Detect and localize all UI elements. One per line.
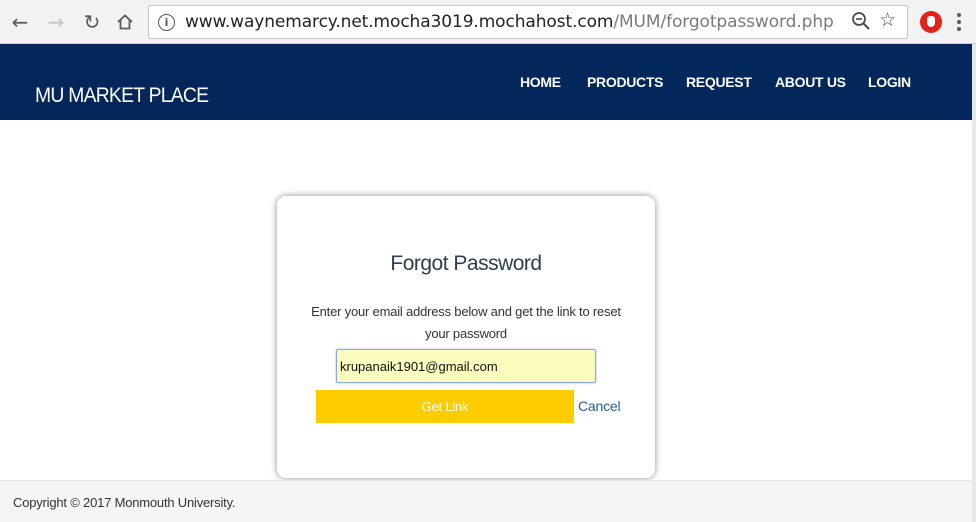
site-header: MU MARKET PLACE HOME PRODUCTS REQUEST AB… xyxy=(0,44,972,120)
reload-icon[interactable]: ↻ xyxy=(80,10,104,34)
nav-products[interactable]: PRODUCTS xyxy=(587,74,663,90)
forward-arrow-icon[interactable]: → xyxy=(44,10,68,34)
menu-dots-icon[interactable] xyxy=(953,11,965,33)
page-scrollbar[interactable] xyxy=(972,44,976,522)
back-arrow-icon[interactable]: ← xyxy=(8,10,32,34)
brand-logo[interactable]: MU MARKET PLACE xyxy=(35,84,209,108)
email-input[interactable] xyxy=(336,349,596,383)
page-footer: Copyright © 2017 Monmouth University. xyxy=(0,480,972,522)
home-icon[interactable] xyxy=(113,10,137,34)
forgot-password-card: Forgot Password Enter your email address… xyxy=(277,196,655,478)
address-bar[interactable]: i www.waynemarcy.net.mocha3019.mochahost… xyxy=(148,5,908,39)
nav-request[interactable]: REQUEST xyxy=(686,74,752,90)
star-icon[interactable]: ☆ xyxy=(879,11,896,30)
zoom-icon[interactable] xyxy=(851,11,871,35)
browser-toolbar: ← → ↻ i www.waynemarcy.net.mocha3019.moc… xyxy=(0,0,976,44)
nav-about-us[interactable]: ABOUT US xyxy=(775,74,846,90)
adblock-extension-icon[interactable] xyxy=(920,11,942,33)
nav-login[interactable]: LOGIN xyxy=(868,74,911,90)
card-title: Forgot Password xyxy=(390,252,542,275)
cancel-link[interactable]: Cancel xyxy=(578,398,621,414)
url-host: www.waynemarcy.net.mocha3019.mochahost.c… xyxy=(185,12,614,32)
url-text[interactable]: www.waynemarcy.net.mocha3019.mochahost.c… xyxy=(185,12,834,32)
footer-copyright: Copyright © 2017 Monmouth University. xyxy=(13,495,236,510)
nav-home[interactable]: HOME xyxy=(520,74,561,90)
get-link-button[interactable]: Get Link xyxy=(316,390,574,423)
card-description: Enter your email address below and get t… xyxy=(311,304,621,341)
info-icon[interactable]: i xyxy=(158,14,175,31)
url-path: /MUM/forgotpassword.php xyxy=(613,12,834,32)
